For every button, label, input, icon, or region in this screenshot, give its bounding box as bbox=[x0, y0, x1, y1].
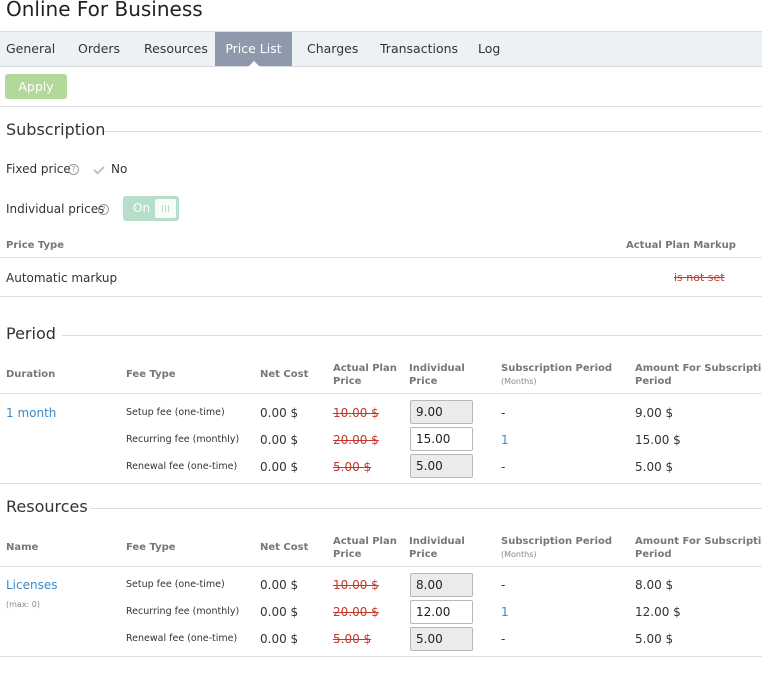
resource-limit: (max: 0) bbox=[6, 600, 40, 609]
amount-value: 5.00 $ bbox=[635, 632, 674, 646]
column-header-subscription-period: Subscription Period (Months) bbox=[501, 363, 613, 386]
grip-line bbox=[168, 205, 169, 212]
individual-price-input[interactable] bbox=[410, 427, 473, 451]
actual-plan-price: 5.00 $ bbox=[333, 632, 372, 646]
table-divider bbox=[0, 483, 762, 484]
help-icon[interactable]: ? bbox=[68, 164, 79, 175]
page-title: Online For Business bbox=[6, 0, 203, 21]
toggle-state-label: On bbox=[133, 201, 151, 215]
column-header-amount: Amount For Subscription Period bbox=[635, 363, 762, 387]
actual-plan-price: 5.00 $ bbox=[333, 460, 372, 474]
tab-general[interactable]: General bbox=[6, 32, 55, 66]
subscription-period-value: - bbox=[501, 460, 506, 474]
individual-price-input[interactable] bbox=[410, 627, 473, 651]
fixed-price-value: No bbox=[111, 162, 128, 176]
amount-value: 12.00 $ bbox=[635, 605, 681, 619]
check-icon bbox=[93, 163, 105, 175]
column-header-individual-price: Individual Price bbox=[409, 363, 465, 387]
column-header-fee-type: Fee Type bbox=[126, 542, 176, 553]
individual-price-input[interactable] bbox=[410, 573, 473, 597]
tab-bar: General Orders Resources Price List Char… bbox=[0, 31, 762, 67]
net-cost: 0.00 $ bbox=[260, 632, 299, 646]
actual-plan-price: 20.00 $ bbox=[333, 433, 379, 447]
fee-type: Renewal fee (one-time) bbox=[126, 461, 238, 472]
table-divider bbox=[0, 296, 762, 297]
net-cost: 0.00 $ bbox=[260, 605, 299, 619]
column-header-price-type: Price Type bbox=[6, 240, 64, 251]
net-cost: 0.00 $ bbox=[260, 433, 299, 447]
fixed-price-label: Fixed price bbox=[6, 162, 71, 176]
actual-plan-price: 10.00 $ bbox=[333, 406, 379, 420]
fee-type: Recurring fee (monthly) bbox=[126, 606, 240, 617]
column-header-actual-plan-price: Actual Plan Price bbox=[333, 536, 397, 560]
tab-resources[interactable]: Resources bbox=[144, 32, 208, 66]
section-divider bbox=[62, 335, 762, 336]
subscription-section-title: Subscription bbox=[6, 120, 106, 139]
table-divider bbox=[0, 656, 762, 657]
markup-value: is not set bbox=[674, 271, 725, 284]
section-divider bbox=[90, 508, 762, 509]
table-divider bbox=[0, 566, 762, 567]
section-divider bbox=[104, 131, 762, 132]
net-cost: 0.00 $ bbox=[260, 578, 299, 592]
resource-name-link[interactable]: Licenses bbox=[6, 578, 58, 592]
tab-price-list[interactable]: Price List bbox=[215, 32, 292, 67]
individual-prices-label: Individual prices bbox=[6, 202, 105, 216]
actual-plan-price: 10.00 $ bbox=[333, 578, 379, 592]
subscription-period-value: - bbox=[501, 406, 506, 420]
actual-plan-price: 20.00 $ bbox=[333, 605, 379, 619]
amount-value: 15.00 $ bbox=[635, 433, 681, 447]
subscription-period-value: - bbox=[501, 632, 506, 646]
period-section-title: Period bbox=[6, 324, 56, 343]
individual-price-input[interactable] bbox=[410, 600, 473, 624]
subscription-period-value: - bbox=[501, 578, 506, 592]
net-cost: 0.00 $ bbox=[260, 460, 299, 474]
subscription-period-value: 1 bbox=[501, 433, 509, 447]
help-icon[interactable]: ? bbox=[98, 204, 109, 215]
fee-type: Renewal fee (one-time) bbox=[126, 633, 238, 644]
grip-line bbox=[165, 205, 166, 212]
amount-value: 9.00 $ bbox=[635, 406, 674, 420]
column-header-actual-plan-markup: Actual Plan Markup bbox=[626, 240, 736, 251]
column-header-net-cost: Net Cost bbox=[260, 542, 309, 553]
column-header-net-cost: Net Cost bbox=[260, 369, 309, 380]
fee-type: Setup fee (one-time) bbox=[126, 579, 225, 590]
toolbar: Apply bbox=[0, 67, 762, 107]
individual-price-input[interactable] bbox=[410, 454, 473, 478]
fee-type: Setup fee (one-time) bbox=[126, 407, 225, 418]
column-header-name: Name bbox=[6, 542, 39, 553]
net-cost: 0.00 $ bbox=[260, 406, 299, 420]
individual-price-input[interactable] bbox=[410, 400, 473, 424]
amount-value: 5.00 $ bbox=[635, 460, 674, 474]
column-header-individual-price: Individual Price bbox=[409, 536, 465, 560]
column-header-duration: Duration bbox=[6, 369, 56, 380]
period-name-link[interactable]: 1 month bbox=[6, 406, 56, 420]
individual-prices-toggle[interactable]: On bbox=[123, 196, 179, 221]
tab-charges[interactable]: Charges bbox=[307, 32, 358, 66]
apply-button[interactable]: Apply bbox=[5, 74, 67, 99]
table-divider bbox=[0, 393, 762, 394]
subscription-period-value: 1 bbox=[501, 605, 509, 619]
toggle-knob[interactable] bbox=[155, 199, 176, 218]
grip-line bbox=[162, 205, 163, 212]
tab-transactions[interactable]: Transactions bbox=[380, 32, 458, 66]
tab-orders[interactable]: Orders bbox=[78, 32, 120, 66]
column-header-subscription-period: Subscription Period (Months) bbox=[501, 536, 613, 559]
table-divider bbox=[0, 257, 762, 258]
price-type-value: Automatic markup bbox=[6, 271, 118, 285]
tab-log[interactable]: Log bbox=[478, 32, 500, 66]
fee-type: Recurring fee (monthly) bbox=[126, 434, 240, 445]
resources-section-title: Resources bbox=[6, 497, 88, 516]
column-header-amount: Amount For Subscription Period bbox=[635, 536, 762, 560]
column-header-actual-plan-price: Actual Plan Price bbox=[333, 363, 397, 387]
amount-value: 8.00 $ bbox=[635, 578, 674, 592]
column-header-fee-type: Fee Type bbox=[126, 369, 176, 380]
